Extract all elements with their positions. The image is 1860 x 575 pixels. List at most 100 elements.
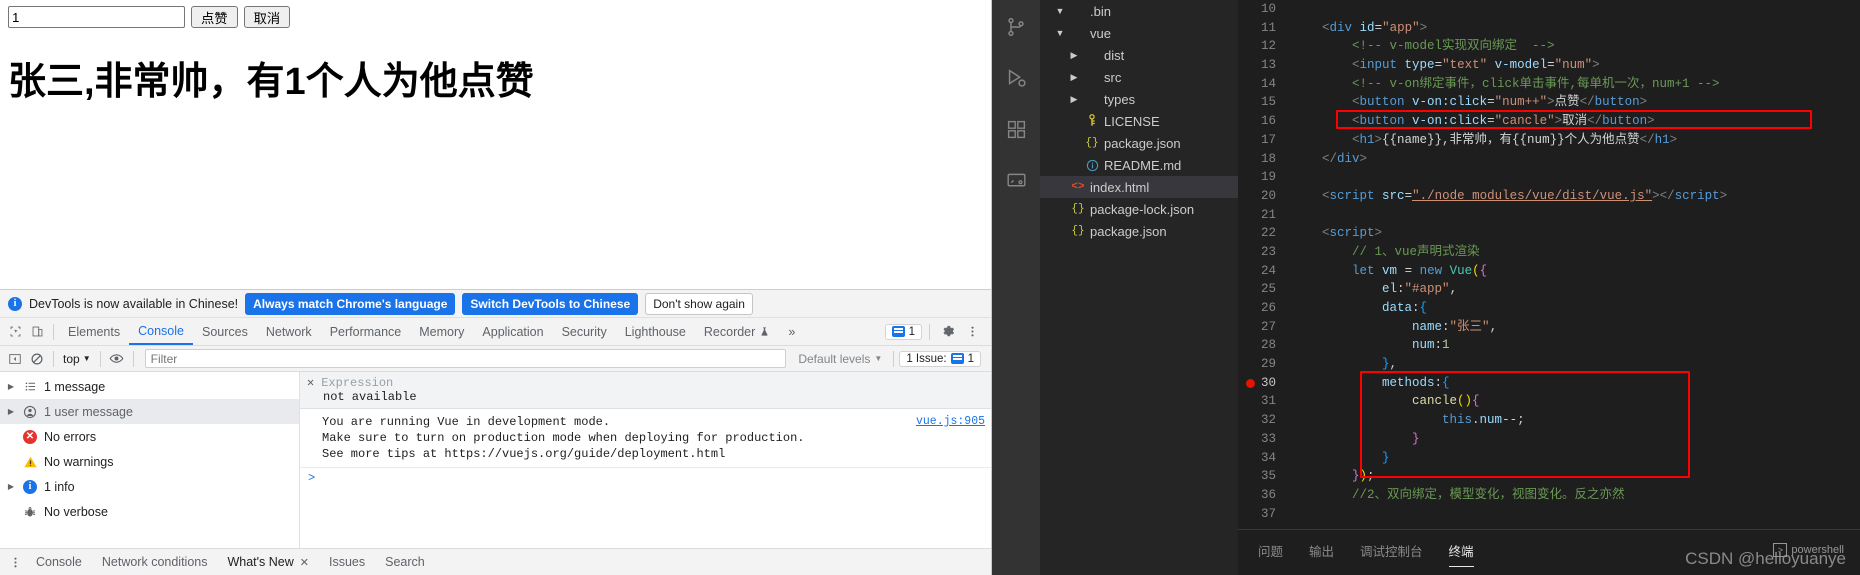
- tree-item-types[interactable]: ▶ types: [1040, 88, 1238, 110]
- panel-tab-terminal[interactable]: 终端: [1448, 541, 1474, 567]
- drawer-tab-whats-new[interactable]: What's New ✕: [217, 549, 319, 575]
- line-number: 37: [1260, 506, 1276, 521]
- toggle-console-sidebar-icon[interactable]: [4, 348, 26, 370]
- chevron-right-icon-src[interactable]: ▶: [1068, 72, 1080, 83]
- tree-item-license[interactable]: LICENSE: [1040, 110, 1238, 132]
- tab-lighthouse[interactable]: Lighthouse: [616, 318, 695, 345]
- console-sidebar-item-messages[interactable]: ▶ 1 message: [0, 374, 299, 399]
- issues-counter-button[interactable]: 1: [884, 323, 922, 340]
- tab-sources[interactable]: Sources: [193, 318, 257, 345]
- panel-tab-problems[interactable]: 问题: [1258, 541, 1283, 564]
- panel-tab-debug-console[interactable]: 调试控制台: [1360, 541, 1423, 564]
- code-line: 35 });: [1238, 467, 1860, 486]
- expand-triangle-icon[interactable]: ▶: [6, 382, 16, 391]
- json-icon-package-lock: {}: [1071, 203, 1085, 215]
- tree-label-types: types: [1104, 91, 1136, 107]
- drawer-tab-network-conditions[interactable]: Network conditions: [92, 549, 218, 575]
- code-line: 23 // 1、vue声明式渲染: [1238, 243, 1860, 262]
- tree-item-package-lock-json[interactable]: {} package-lock.json: [1040, 198, 1238, 220]
- tab-elements[interactable]: Elements: [59, 318, 129, 345]
- tab-recorder[interactable]: Recorder: [695, 318, 779, 345]
- chevron-down-icon-vue[interactable]: ▼: [1054, 28, 1066, 38]
- close-icon-whats-new[interactable]: ✕: [300, 556, 309, 569]
- issues-bar-button[interactable]: 1 Issue: 1: [899, 350, 981, 367]
- console-sidebar-item-verbose[interactable]: ▶ No verbose: [0, 499, 299, 524]
- vscode-editor: 10 11 <div id="app"> 12 <!-- v-model实现双向…: [1238, 0, 1860, 575]
- expand-triangle-icon-user[interactable]: ▶: [6, 407, 16, 416]
- vue-deployment-link[interactable]: https://vuejs.org/guide/deployment.html: [444, 447, 725, 461]
- cancel-button[interactable]: 取消: [243, 6, 291, 28]
- chevron-down-icon-bin[interactable]: ▼: [1054, 6, 1066, 16]
- run-debug-icon[interactable]: [992, 54, 1040, 102]
- console-filter-input[interactable]: [144, 349, 787, 368]
- drawer-tab-search[interactable]: Search: [375, 549, 435, 575]
- extensions-icon[interactable]: [992, 105, 1040, 153]
- inspect-element-icon[interactable]: [4, 321, 26, 343]
- dont-show-again-button[interactable]: Don't show again: [645, 292, 753, 315]
- console-message-vue-dev-mode: You are running Vue in development mode.…: [300, 409, 991, 468]
- line-number: 25: [1260, 282, 1276, 297]
- like-button[interactable]: 点赞: [191, 6, 238, 28]
- switch-to-chinese-button[interactable]: Switch DevTools to Chinese: [462, 292, 639, 315]
- headline-text: 张三,非常帅，有1个人为他点赞: [8, 61, 534, 103]
- tab-security[interactable]: Security: [553, 318, 616, 345]
- source-control-icon[interactable]: [992, 3, 1040, 51]
- code-line: 20 <script src="./node_modules/vue/dist/…: [1238, 187, 1860, 206]
- chevron-right-icon-types[interactable]: ▶: [1068, 94, 1080, 105]
- console-sidebar-item-warnings[interactable]: ▶ No warnings: [0, 449, 299, 474]
- console-prompt[interactable]: >: [300, 468, 991, 485]
- expand-triangle-icon-info[interactable]: ▶: [6, 482, 16, 491]
- terminal-shell-chip[interactable]: > powershell: [1773, 543, 1844, 557]
- tab-performance[interactable]: Performance: [321, 318, 411, 345]
- tab-network[interactable]: Network: [257, 318, 321, 345]
- filter-divider-1: [53, 350, 54, 367]
- live-expression-value: not available: [323, 390, 417, 404]
- live-expression-eye-icon[interactable]: [106, 348, 128, 370]
- code-line: 18 </div>: [1238, 150, 1860, 169]
- console-message-source-link[interactable]: vue.js:905: [916, 414, 985, 430]
- tree-item-readme[interactable]: README.md: [1040, 154, 1238, 176]
- filter-divider-2: [99, 350, 101, 367]
- tab-overflow-button[interactable]: »: [779, 318, 804, 345]
- execution-context-select[interactable]: top ▼: [59, 352, 95, 366]
- tree-item-vue[interactable]: ▼ vue: [1040, 22, 1238, 44]
- gear-icon[interactable]: [937, 321, 959, 343]
- console-message-line-1: You are running Vue in development mode.: [322, 415, 611, 429]
- code-line: 32 this.num--;: [1238, 411, 1860, 430]
- num-input[interactable]: [8, 6, 185, 28]
- tree-label-license: LICENSE: [1104, 113, 1160, 129]
- tree-item-bin[interactable]: ▼ .bin: [1040, 0, 1238, 22]
- code-editor-content[interactable]: 10 11 <div id="app"> 12 <!-- v-model实现双向…: [1238, 0, 1860, 529]
- drawer-tab-console[interactable]: Console: [26, 549, 92, 575]
- log-levels-select[interactable]: Default levels ▼: [792, 352, 888, 366]
- bug-icon: [22, 504, 38, 520]
- console-sidebar-item-user-messages[interactable]: ▶ 1 user message: [0, 399, 299, 424]
- code-line: 10: [1238, 0, 1860, 19]
- panel-tab-output[interactable]: 输出: [1309, 541, 1334, 564]
- more-options-icon[interactable]: [961, 321, 983, 343]
- tree-item-index-html[interactable]: <> index.html: [1040, 176, 1238, 198]
- tree-item-vue-package-json[interactable]: {} package.json: [1040, 132, 1238, 154]
- clear-console-icon[interactable]: [26, 348, 48, 370]
- console-sidebar-item-info[interactable]: ▶ i 1 info: [0, 474, 299, 499]
- remote-explorer-icon[interactable]: [992, 156, 1040, 204]
- issues-message-icon: [950, 353, 964, 364]
- chevron-right-icon-dist[interactable]: ▶: [1068, 50, 1080, 61]
- console-sidebar-item-errors[interactable]: ▶ ✕ No errors: [0, 424, 299, 449]
- drawer-tab-issues[interactable]: Issues: [319, 549, 375, 575]
- tab-application[interactable]: Application: [473, 318, 552, 345]
- tab-memory[interactable]: Memory: [410, 318, 473, 345]
- breakpoint-icon[interactable]: [1246, 378, 1255, 388]
- tab-console[interactable]: Console: [129, 318, 193, 345]
- tree-item-package-json[interactable]: {} package.json: [1040, 220, 1238, 242]
- close-icon[interactable]: ✕: [307, 375, 314, 390]
- tree-item-dist[interactable]: ▶ dist: [1040, 44, 1238, 66]
- line-number: 28: [1260, 338, 1276, 353]
- drawer-tab-whats-new-label: What's New: [227, 555, 294, 569]
- tree-item-src[interactable]: ▶ src: [1040, 66, 1238, 88]
- drawer-more-options-icon[interactable]: [4, 551, 26, 573]
- code-line: 21: [1238, 206, 1860, 225]
- always-match-language-button[interactable]: Always match Chrome's language: [245, 292, 456, 315]
- device-toolbar-icon[interactable]: [26, 321, 48, 343]
- line-number: 24: [1260, 263, 1276, 278]
